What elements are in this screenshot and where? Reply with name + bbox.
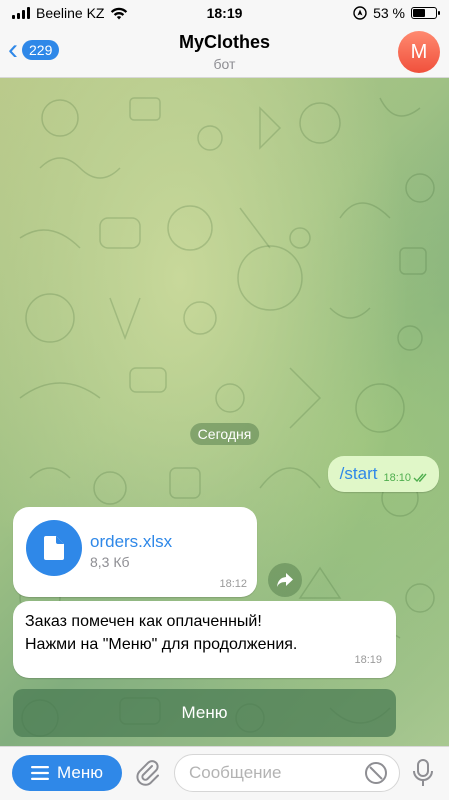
bot-menu-button[interactable]: Меню	[12, 755, 122, 791]
bot-message[interactable]: Заказ помечен как оплаченный! Нажми на "…	[13, 601, 396, 678]
file-icon[interactable]	[26, 520, 82, 576]
battery-icon	[411, 7, 440, 19]
carrier-label: Beeline KZ	[36, 5, 105, 21]
reply-keyboard-menu-button[interactable]: Меню	[13, 689, 396, 737]
avatar[interactable]: M	[398, 31, 440, 73]
bot-message-line-1: Заказ помечен как оплаченный!	[25, 613, 262, 630]
chat-header: ‹ 229 MyClothes бот M	[0, 26, 449, 78]
location-icon	[353, 6, 367, 20]
outgoing-message[interactable]: /start 18:10	[327, 456, 439, 492]
bot-message-line-2: Нажми на "Меню" для продолжения.	[25, 636, 298, 653]
clock: 18:19	[206, 5, 243, 21]
chat-area[interactable]: Сегодня /start 18:10 orders.xlsx 8,3 Кб …	[0, 78, 449, 746]
chat-title: MyClothes	[178, 32, 270, 52]
share-button[interactable]	[268, 563, 302, 597]
chat-title-block[interactable]: MyClothes бот	[0, 32, 449, 72]
microphone-icon[interactable]	[410, 758, 436, 788]
bot-menu-label: Меню	[57, 763, 103, 782]
signal-icon	[12, 7, 30, 19]
share-icon	[277, 573, 293, 587]
sticker-icon[interactable]	[364, 761, 388, 785]
outgoing-message-time: 18:10	[383, 472, 411, 484]
file-message[interactable]: orders.xlsx 8,3 Кб 18:12	[13, 507, 257, 597]
status-right: 53 %	[353, 5, 440, 21]
menu-lines-icon	[31, 766, 50, 780]
outgoing-message-text[interactable]: /start	[340, 464, 378, 484]
chat-subtitle: бот	[213, 56, 236, 72]
input-bar: Меню	[0, 746, 449, 800]
file-name[interactable]: orders.xlsx	[90, 532, 172, 552]
battery-percent: 53 %	[373, 5, 405, 21]
paperclip-icon[interactable]	[133, 758, 163, 788]
file-message-time: 18:12	[219, 578, 247, 590]
status-bar: Beeline KZ 18:19 53 %	[0, 0, 449, 26]
status-left: Beeline KZ	[12, 5, 128, 21]
file-size: 8,3 Кб	[90, 554, 130, 570]
wifi-icon	[111, 7, 128, 19]
bot-message-time: 18:19	[354, 654, 382, 666]
outgoing-message-meta: 18:10	[383, 472, 429, 484]
date-separator: Сегодня	[189, 423, 260, 445]
double-check-icon	[413, 473, 427, 483]
